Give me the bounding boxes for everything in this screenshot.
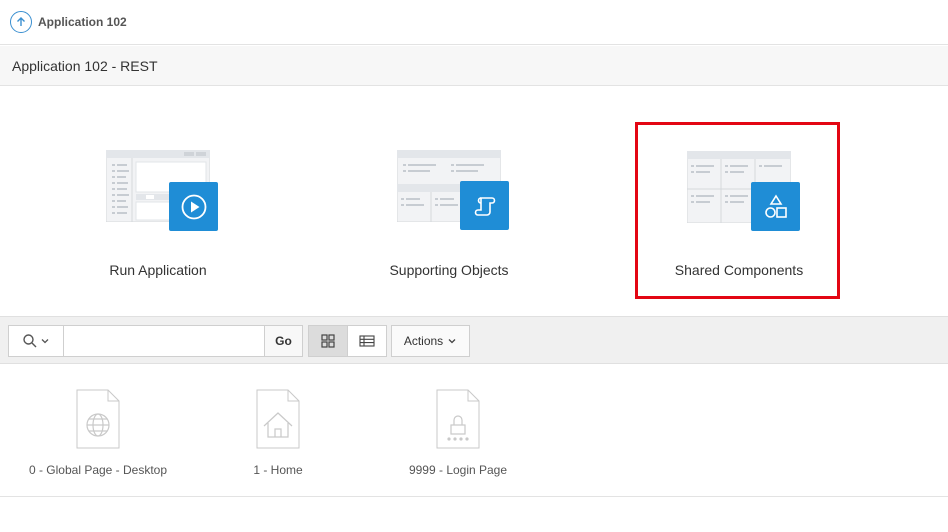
actions-label: Actions [403,334,444,348]
supporting-objects-tile[interactable]: Supporting Objects [339,87,559,297]
page-label: 0 - Global Page - Desktop [28,463,168,477]
supporting-objects-label: Supporting Objects [389,262,509,278]
run-application-label: Run Application [109,262,207,278]
play-icon [169,182,218,231]
icon-view-button[interactable] [309,326,348,356]
run-application-tile[interactable]: Run Application [48,87,268,297]
breadcrumb[interactable]: Application 102 [38,15,127,29]
highlight-box [635,122,840,299]
up-arrow-icon[interactable] [10,11,32,33]
view-toggle [308,325,387,357]
actions-menu-button[interactable]: Actions [391,325,470,357]
search-column-button[interactable] [9,326,64,356]
report-view-button[interactable] [348,326,387,356]
pages-icon-view: 0 - Global Page - Desktop 1 - Home 9999 … [0,365,948,497]
search-input[interactable] [64,326,264,356]
go-button[interactable]: Go [264,326,302,356]
search-group: Go [8,325,303,357]
chevron-down-icon [41,339,49,344]
chevron-down-icon [448,339,456,344]
scroll-icon [460,181,509,230]
search-icon [23,334,37,348]
grid-icon [321,334,335,348]
lock-icon [436,389,480,449]
page-toolbar: Go Actions [0,316,948,364]
page-label: 9999 - Login Page [408,463,508,477]
page-title: Application 102 - REST [0,46,948,86]
globe-icon [76,389,120,449]
table-icon [359,335,375,347]
top-bar: Application 102 [0,0,948,45]
home-icon [256,389,300,449]
page-label: 1 - Home [253,463,303,477]
